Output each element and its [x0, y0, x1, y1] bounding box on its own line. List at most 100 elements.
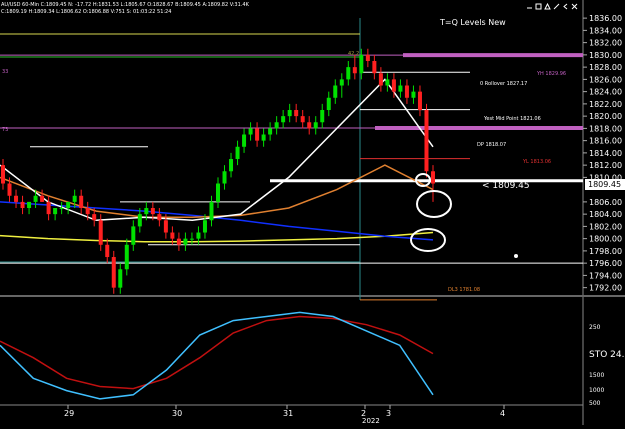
- candle-body: [131, 226, 136, 245]
- left-tick-73: 73: [2, 127, 8, 133]
- candle-body: [404, 85, 409, 98]
- candle-body: [202, 220, 207, 233]
- current-price-annotation: < 1809.45: [482, 181, 530, 191]
- price-axis-label: 1834.00: [589, 26, 622, 35]
- candle-body: [85, 208, 90, 215]
- price-axis-label: 1832.00: [589, 39, 622, 48]
- candle-body: [424, 110, 429, 172]
- moving-averages: [0, 78, 434, 243]
- candle-body: [79, 195, 84, 209]
- chevron-left-icon[interactable]: [563, 3, 568, 10]
- candle-body: [157, 214, 162, 221]
- chart-canvas[interactable]: 42.2 33 73 YH 1829.96 0 Rollover 1827.17…: [0, 0, 625, 425]
- price-axis-label: 1828.00: [589, 63, 622, 72]
- price-axis-label: 1816.00: [589, 137, 622, 146]
- candle-body: [248, 128, 253, 135]
- candle-body: [307, 122, 312, 129]
- price-axis-label: 1820.00: [589, 112, 622, 121]
- candle-body: [352, 67, 357, 74]
- symbol-info-line: AU/USD 60-Min C:1809.45 N: -17.72 H:1831…: [1, 2, 250, 8]
- price-axis-label: 1796.00: [589, 259, 622, 268]
- candle-body: [189, 238, 194, 240]
- candle-body: [20, 201, 25, 209]
- price-axis-label: 1792.00: [589, 284, 622, 293]
- time-axis-label: 30: [172, 409, 182, 418]
- triangle-icon[interactable]: [544, 2, 551, 10]
- stochastic-axis-label: 250: [589, 324, 601, 331]
- price-axis-label: 1802.00: [589, 222, 622, 231]
- candle-body: [391, 79, 396, 92]
- time-axis-label: 31: [283, 409, 293, 418]
- year-label: 2022: [362, 417, 380, 425]
- candle-body: [287, 110, 292, 117]
- price-axis-label: 1822.00: [589, 100, 622, 109]
- candle-body: [274, 122, 279, 129]
- candle-body: [222, 171, 227, 184]
- candle-body: [365, 54, 370, 62]
- candle-body: [46, 201, 51, 215]
- candle-body: [235, 146, 240, 160]
- rollover-label: 0 Rollover 1827.17: [480, 81, 527, 87]
- candle-body: [242, 134, 247, 147]
- candle-body: [359, 54, 364, 74]
- square-icon[interactable]: [535, 3, 542, 10]
- candle-body: [378, 73, 383, 86]
- price-axis-label: 1804.00: [589, 210, 622, 219]
- price-axis-label: 1824.00: [589, 88, 622, 97]
- price-axis-label: 1794.00: [589, 271, 622, 280]
- candle-body: [346, 67, 351, 80]
- time-axis-label: 29: [64, 409, 74, 418]
- candle-body: [1, 165, 5, 184]
- stochastic-axis-label: STO 24.: [589, 350, 624, 360]
- stochastic-axis-label: 500: [589, 400, 601, 407]
- candle-body: [59, 208, 64, 210]
- bar-info-line: C:1809.19 H:1809.34 L:1806.62 O:1806.88 …: [1, 9, 171, 15]
- current-price-box-text: 1809.45: [588, 180, 621, 189]
- candle-body: [372, 61, 377, 74]
- candle-body: [33, 195, 38, 202]
- chart-title: T=Q Levels New: [439, 18, 506, 27]
- time-axis: 29 30 31 2 3 4: [64, 405, 505, 418]
- time-axis-label: 4: [500, 409, 505, 418]
- candle-body: [431, 171, 435, 184]
- candle-body: [7, 183, 12, 196]
- candle-body: [98, 220, 103, 245]
- candle-body: [72, 195, 77, 202]
- candle-body: [40, 195, 45, 202]
- candle-body: [229, 159, 234, 172]
- candle-body: [183, 238, 188, 245]
- candle-body: [417, 91, 422, 111]
- price-axis-label: 1806.00: [589, 198, 622, 207]
- candle-body: [333, 85, 338, 98]
- levels-layer: [0, 53, 583, 301]
- price-axis-label: 1830.00: [589, 51, 622, 60]
- pct-marker-label: 42.2: [348, 51, 359, 57]
- candle-body: [92, 214, 97, 221]
- candle-body: [326, 97, 331, 111]
- candle-body: [27, 201, 32, 209]
- ray-icon[interactable]: [553, 3, 560, 10]
- trading-chart[interactable]: 42.2 33 73 YH 1829.96 0 Rollover 1827.17…: [0, 0, 625, 425]
- yest-mid-label: Yest Mid Point 1821.06: [483, 116, 541, 122]
- candle-body: [385, 79, 390, 86]
- candle-body: [170, 232, 175, 239]
- dot-marker: [514, 254, 518, 258]
- candle-body: [137, 214, 142, 227]
- close-icon[interactable]: [571, 3, 578, 10]
- candle-body: [294, 110, 299, 117]
- candle-body: [320, 110, 325, 123]
- price-axis-label: 1826.00: [589, 75, 622, 84]
- candle-body: [150, 208, 155, 215]
- candles: [1, 48, 435, 294]
- price-axis-label: 1812.00: [589, 161, 622, 170]
- candle-body: [209, 201, 214, 221]
- candle-body: [281, 116, 286, 123]
- dp-level-label: DP 1818.07: [477, 142, 506, 148]
- stochastic-axis-label: 1500: [589, 372, 604, 379]
- candle-body: [118, 269, 123, 288]
- price-axis-label: 1814.00: [589, 149, 622, 158]
- candle-body: [255, 128, 260, 141]
- candle-body: [411, 91, 416, 98]
- candle-body: [196, 232, 201, 239]
- yl-level-label: YL 1813.06: [522, 159, 551, 165]
